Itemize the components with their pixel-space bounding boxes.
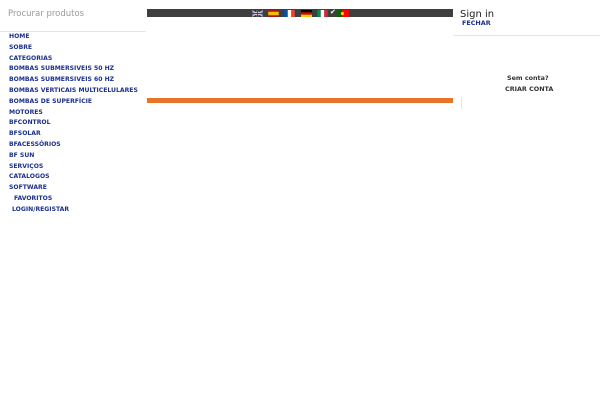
close-link[interactable]: FECHAR (462, 19, 491, 27)
menu-item-categorias[interactable]: CATEGORIAS (9, 54, 138, 65)
italy-flag-icon[interactable] (317, 9, 328, 17)
menu-item-catalogos[interactable]: CATALOGOS (9, 172, 138, 183)
menu-item-servicos[interactable]: SERVIÇOS (9, 162, 138, 173)
france-flag-icon[interactable] (284, 9, 295, 17)
divider (461, 97, 462, 109)
menu-item-bombas-verticais[interactable]: BOMBAS VERTICAIS MULTICELULARES (9, 86, 138, 97)
language-bar: ✔ (147, 8, 453, 17)
menu-item-bfacessorios[interactable]: BFACESSÓRIOS (9, 140, 138, 151)
spain-flag-icon[interactable] (268, 9, 279, 17)
menu-item-favoritos[interactable]: FAVORITOS (9, 194, 138, 205)
menu-item-bombas-submersiveis-60hz[interactable]: BOMBAS SUBMERSIVEIS 60 HZ (9, 75, 138, 86)
menu-item-bfcontrol[interactable]: BFCONTROL (9, 118, 138, 129)
search-input[interactable]: Procurar produtos (8, 9, 148, 23)
menu-item-motores[interactable]: MOTORES (9, 108, 138, 119)
menu-item-sobre[interactable]: SOBRE (9, 43, 138, 54)
germany-flag-icon[interactable] (301, 9, 312, 17)
portugal-flag-icon[interactable] (338, 9, 349, 17)
menu-item-bfsolar[interactable]: BFSOLAR (9, 129, 138, 140)
menu-item-software[interactable]: SOFTWARE (9, 183, 138, 194)
selected-check-icon: ✔ (330, 8, 336, 16)
menu-item-bombas-submersiveis-50hz[interactable]: BOMBAS SUBMERSIVEIS 50 HZ (9, 64, 138, 75)
menu-item-home[interactable]: HOME (9, 32, 138, 43)
menu-item-bombas-superficie[interactable]: BOMBAS DE SUPERFÍCIE (9, 97, 138, 108)
uk-flag-icon[interactable] (252, 9, 263, 17)
sidebar-menu: HOME SOBRE CATEGORIAS BOMBAS SUBMERSIVEI… (9, 32, 138, 216)
accent-bar (147, 98, 453, 103)
menu-item-bf-sun[interactable]: BF SUN (9, 151, 138, 162)
divider (453, 35, 600, 36)
menu-item-login-registar[interactable]: LOGIN/REGISTAR (9, 205, 138, 216)
create-account-link[interactable]: CRIAR CONTA (505, 85, 553, 93)
no-account-label: Sem conta? (507, 74, 549, 82)
